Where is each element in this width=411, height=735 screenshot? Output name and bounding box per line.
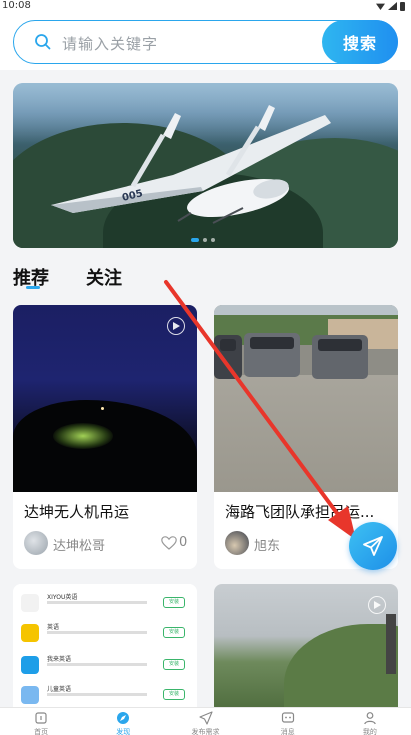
search-icon — [35, 34, 51, 50]
send-icon — [363, 536, 383, 556]
thumbnail-hill — [284, 624, 398, 714]
app-desc — [47, 693, 147, 696]
thumbnail-car — [312, 335, 368, 379]
install-button: 安装 — [163, 659, 185, 670]
search-button[interactable]: 搜索 — [322, 19, 398, 64]
post-thumbnail[interactable] — [13, 305, 197, 492]
post-title: 海路飞团队承担吊运... — [225, 503, 375, 521]
post-thumbnail[interactable] — [214, 305, 398, 492]
publish-fab-button[interactable] — [349, 522, 397, 570]
app-desc — [47, 631, 147, 634]
post-card[interactable]: 达坤无人机吊运 达坤松哥 0 — [13, 305, 197, 569]
app-desc — [47, 601, 147, 604]
status-icons — [376, 1, 405, 11]
nav-label: 消息 — [280, 728, 295, 735]
header: 请输入关键字 搜索 — [0, 14, 411, 70]
home-icon — [35, 712, 47, 724]
list-item: 儿童英语 安装 — [21, 684, 189, 706]
search-placeholder: 请输入关键字 — [62, 35, 159, 53]
post-thumbnail[interactable] — [214, 584, 398, 714]
post-title: 达坤无人机吊运 — [24, 503, 130, 521]
post-card[interactable]: XIYOU英语 安装 英语 安装 我来英语 安装 儿童英语 安装 — [13, 584, 197, 714]
battery-icon — [400, 1, 405, 11]
tab-follow[interactable]: 关注 — [86, 264, 122, 290]
banner-carousel[interactable]: 005 — [13, 83, 398, 248]
discover-icon — [117, 712, 130, 724]
app-desc — [47, 663, 147, 666]
app-icon — [21, 686, 39, 704]
install-button: 安装 — [163, 627, 185, 638]
indicator-dot — [211, 238, 215, 242]
indicator-dot — [191, 238, 199, 242]
play-icon — [368, 596, 386, 614]
nav-label: 发布需求 — [191, 728, 220, 735]
app-name: XIYOU英语 — [47, 594, 78, 601]
banner-indicator — [191, 238, 215, 242]
nav-label: 发现 — [116, 728, 131, 735]
post-card[interactable] — [214, 584, 398, 714]
drone-image: 005 — [51, 105, 331, 224]
post-thumbnail[interactable]: XIYOU英语 安装 英语 安装 我来英语 安装 儿童英语 安装 — [13, 584, 197, 714]
heart-icon[interactable] — [161, 536, 177, 550]
status-time: 10:08 — [2, 0, 31, 11]
list-item: 英语 安装 — [21, 622, 189, 644]
app-icon — [21, 656, 39, 674]
message-icon — [281, 712, 294, 723]
thumbnail-star — [101, 407, 104, 410]
thumbnail-pole — [386, 614, 396, 674]
nav-label: 首页 — [34, 728, 49, 735]
app-name: 儿童英语 — [47, 686, 72, 693]
search-input[interactable]: 请输入关键字 搜索 — [13, 19, 398, 64]
avatar[interactable] — [225, 531, 249, 555]
signal-icon — [388, 2, 397, 10]
app-icon — [21, 594, 39, 612]
thumbnail-ground — [214, 375, 398, 492]
nav-item-messages[interactable]: 消息 — [247, 708, 329, 735]
thumbnail-car — [214, 335, 242, 379]
play-icon — [167, 317, 185, 335]
author-name[interactable]: 旭东 — [254, 535, 280, 554]
app-icon — [21, 624, 39, 642]
indicator-dot — [203, 238, 207, 242]
nav-label: 我的 — [362, 728, 377, 735]
bottom-nav: 首页 发现 发布需求 消息 我的 — [0, 707, 411, 735]
thumbnail-car — [244, 333, 300, 377]
nav-item-publish[interactable]: 发布需求 — [164, 708, 246, 735]
app-name: 我来英语 — [47, 656, 72, 663]
tab-active-indicator — [26, 286, 40, 289]
thumbnail-trees — [13, 400, 197, 492]
profile-icon — [364, 712, 376, 725]
author-name[interactable]: 达坤松哥 — [53, 535, 105, 554]
list-item: 我来英语 安装 — [21, 654, 189, 676]
install-button: 安装 — [163, 689, 185, 700]
install-button: 安装 — [163, 597, 185, 608]
nav-item-discover[interactable]: 发现 — [82, 708, 164, 735]
thumbnail-light — [53, 423, 113, 449]
nav-item-profile[interactable]: 我的 — [329, 708, 411, 735]
wifi-icon — [376, 3, 385, 10]
avatar[interactable] — [24, 531, 48, 555]
app-name: 英语 — [47, 624, 60, 631]
status-bar: 10:08 — [0, 0, 411, 14]
list-item: XIYOU英语 安装 — [21, 592, 189, 614]
nav-item-home[interactable]: 首页 — [0, 708, 82, 735]
send-icon — [198, 711, 213, 725]
like-count: 0 — [179, 535, 188, 550]
